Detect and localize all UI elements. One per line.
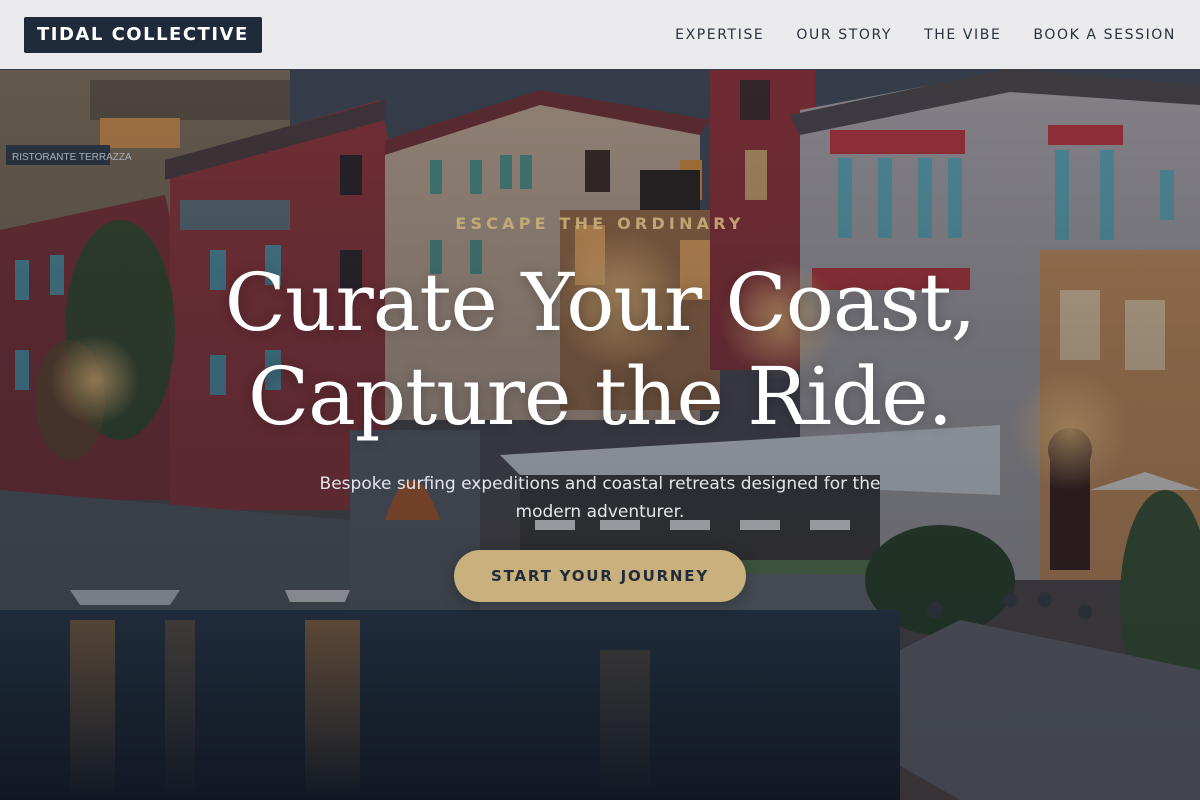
nav-link-the-vibe[interactable]: THE VIBE <box>924 27 1001 43</box>
hero-headline: Curate Your Coast, Capture the Ride. <box>0 256 1200 444</box>
hero-headline-line-2: Capture the Ride. <box>247 350 953 443</box>
start-journey-button[interactable]: START YOUR JOURNEY <box>454 550 746 602</box>
hero-subtext: Bespoke surfing expeditions and coastal … <box>319 474 881 522</box>
site-header: TIDAL COLLECTIVE EXPERTISE OUR STORY THE… <box>0 0 1200 69</box>
landing-page: RISTORANTE TERRAZZA TIDAL COLLECTIVE EXP… <box>0 0 1200 800</box>
hero-section: ESCAPE THE ORDINARY Curate Your Coast, C… <box>0 0 1200 800</box>
hero-eyebrow: ESCAPE THE ORDINARY <box>455 214 745 233</box>
nav-link-expertise[interactable]: EXPERTISE <box>675 27 764 43</box>
nav-link-our-story[interactable]: OUR STORY <box>796 27 892 43</box>
nav-link-book-a-session[interactable]: BOOK A SESSION <box>1033 27 1176 43</box>
brand-logo[interactable]: TIDAL COLLECTIVE <box>24 16 262 53</box>
main-nav: EXPERTISE OUR STORY THE VIBE BOOK A SESS… <box>675 27 1176 43</box>
hero-headline-line-1: Curate Your Coast, <box>224 256 977 349</box>
